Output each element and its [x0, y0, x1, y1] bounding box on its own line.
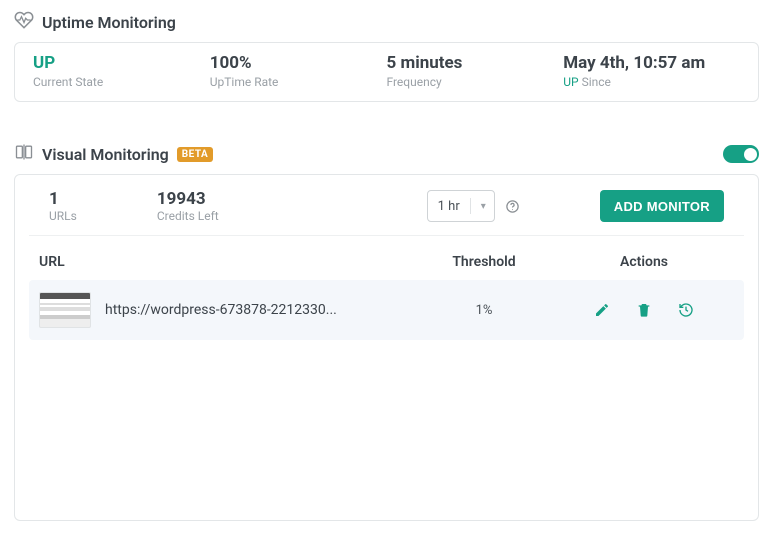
visual-card: 1 URLs 19943 Credits Left 1 hr ▾ ADD MON… — [14, 174, 759, 521]
chevron-down-icon: ▾ — [481, 201, 486, 212]
interval-select-value: 1 hr — [438, 199, 460, 214]
threshold-value: 1% — [414, 303, 554, 318]
uptime-rate-label: UpTime Rate — [210, 75, 387, 89]
visual-credits-label: Credits Left — [157, 209, 219, 223]
uptime-frequency: 5 minutes Frequency — [387, 53, 564, 89]
visual-credits-value: 19943 — [157, 189, 219, 209]
visual-urls-metric: 1 URLs — [49, 189, 77, 223]
visual-top-bar: 1 URLs 19943 Credits Left 1 hr ▾ ADD MON… — [29, 175, 744, 236]
interval-select[interactable]: 1 hr ▾ — [427, 190, 495, 222]
table-header: URL Threshold Actions — [29, 250, 744, 280]
uptime-since-label: UP Since — [563, 75, 740, 89]
col-url: URL — [39, 254, 414, 270]
help-icon[interactable] — [505, 199, 520, 214]
uptime-header: Uptime Monitoring — [14, 10, 759, 34]
visual-toggle[interactable] — [723, 145, 759, 163]
row-actions — [554, 302, 734, 318]
add-monitor-button[interactable]: ADD MONITOR — [600, 190, 724, 222]
table-row: https://wordpress-673878-2212330... 1% — [29, 280, 744, 340]
uptime-freq-label: Frequency — [387, 75, 564, 89]
uptime-since: May 4th, 10:57 am UP Since — [563, 53, 740, 89]
delete-icon[interactable] — [636, 302, 652, 318]
uptime-rate-value: 100% — [210, 53, 387, 74]
visual-header: Visual Monitoring BETA — [14, 142, 759, 166]
visual-credits-metric: 19943 Credits Left — [157, 189, 219, 223]
uptime-title: Uptime Monitoring — [42, 13, 176, 32]
uptime-state-value: UP — [33, 53, 210, 74]
col-threshold: Threshold — [414, 254, 554, 270]
visual-urls-label: URLs — [49, 209, 77, 223]
visual-interval-group: 1 hr ▾ ADD MONITOR — [427, 190, 724, 222]
select-divider — [470, 198, 471, 214]
uptime-rate: 100% UpTime Rate — [210, 53, 387, 89]
history-icon[interactable] — [678, 302, 694, 318]
uptime-freq-value: 5 minutes — [387, 53, 564, 74]
mirror-icon — [14, 142, 34, 166]
col-actions: Actions — [554, 254, 734, 270]
uptime-card: UP Current State 100% UpTime Rate 5 minu… — [14, 42, 759, 102]
edit-icon[interactable] — [594, 302, 610, 318]
uptime-since-text: Since — [582, 75, 611, 89]
uptime-since-value: May 4th, 10:57 am — [563, 53, 740, 74]
visual-urls-value: 1 — [49, 189, 77, 209]
heartbeat-icon — [14, 10, 34, 34]
visual-title: Visual Monitoring — [42, 145, 169, 164]
visual-table: URL Threshold Actions https://wordpress-… — [15, 236, 758, 520]
uptime-state: UP Current State — [33, 53, 210, 89]
beta-badge: BETA — [177, 147, 214, 162]
url-thumbnail[interactable] — [39, 292, 91, 328]
url-text: https://wordpress-673878-2212330... — [105, 302, 414, 318]
uptime-since-prefix: UP — [563, 75, 578, 89]
uptime-state-label: Current State — [33, 75, 210, 89]
